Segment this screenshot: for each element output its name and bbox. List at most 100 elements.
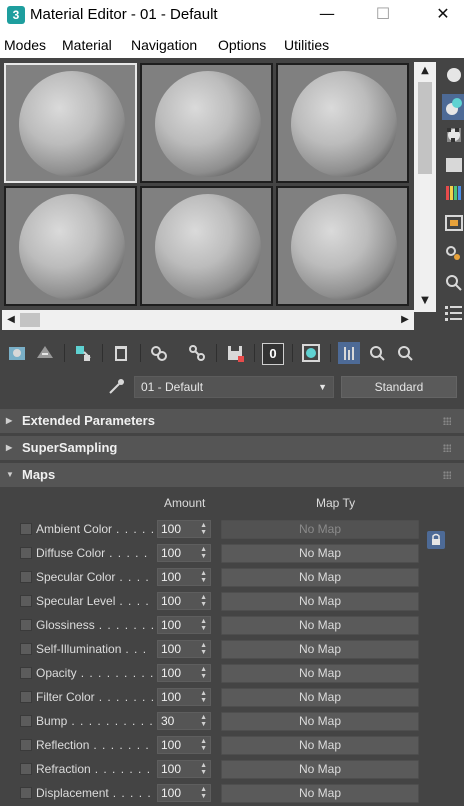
amount-spinner[interactable]: 100 ▲ ▼ bbox=[157, 736, 211, 754]
spinner-arrows-icon[interactable]: ▲ ▼ bbox=[200, 738, 207, 752]
spinner-arrows-icon[interactable]: ▲ ▼ bbox=[200, 690, 207, 704]
video-color-check-icon[interactable] bbox=[442, 180, 464, 206]
map-enable-checkbox[interactable] bbox=[20, 691, 32, 703]
scrollbar-thumb[interactable] bbox=[20, 313, 40, 327]
material-name-dropdown[interactable]: 01 - Default ▼ bbox=[134, 376, 334, 398]
map-slot-button[interactable]: No Map bbox=[221, 712, 419, 731]
show-shaded-material-icon[interactable] bbox=[300, 342, 322, 364]
material-map-navigator-icon[interactable] bbox=[442, 300, 464, 326]
sample-slot-6[interactable] bbox=[276, 186, 409, 306]
map-enable-checkbox[interactable] bbox=[20, 715, 32, 727]
go-to-parent-icon[interactable] bbox=[366, 342, 388, 364]
sample-slot-1[interactable] bbox=[4, 63, 137, 183]
menu-utilities[interactable]: Utilities bbox=[284, 37, 329, 53]
map-enable-checkbox[interactable] bbox=[20, 667, 32, 679]
spinner-arrows-icon[interactable]: ▲ ▼ bbox=[200, 714, 207, 728]
map-enable-checkbox[interactable] bbox=[20, 547, 32, 559]
amount-spinner[interactable]: 100 ▲ ▼ bbox=[157, 784, 211, 802]
amount-spinner[interactable]: 100 ▲ ▼ bbox=[157, 592, 211, 610]
put-to-library-icon[interactable] bbox=[186, 342, 208, 364]
scroll-down-icon[interactable]: ▼ bbox=[414, 292, 436, 310]
amount-spinner[interactable]: 100 ▲ ▼ bbox=[157, 760, 211, 778]
menu-modes[interactable]: Modes bbox=[4, 37, 46, 53]
sample-slot-4[interactable] bbox=[4, 186, 137, 306]
spinner-arrows-icon[interactable]: ▲ ▼ bbox=[200, 786, 207, 800]
spinner-arrows-icon[interactable]: ▲ ▼ bbox=[200, 570, 207, 584]
options-icon[interactable] bbox=[442, 240, 464, 266]
sample-slot-3[interactable] bbox=[276, 63, 409, 183]
sample-slot-5[interactable] bbox=[140, 186, 273, 306]
go-forward-to-sibling-icon[interactable] bbox=[394, 342, 416, 364]
select-by-material-icon[interactable] bbox=[442, 270, 464, 296]
amount-spinner[interactable]: 100 ▲ ▼ bbox=[157, 640, 211, 658]
scroll-left-icon[interactable]: ◀ bbox=[2, 310, 20, 330]
reset-map-icon[interactable] bbox=[110, 342, 132, 364]
map-enable-checkbox[interactable] bbox=[20, 763, 32, 775]
map-enable-checkbox[interactable] bbox=[20, 787, 32, 799]
sample-slot-2[interactable] bbox=[140, 63, 273, 183]
spinner-arrows-icon[interactable]: ▲ ▼ bbox=[200, 642, 207, 656]
map-enable-checkbox[interactable] bbox=[20, 523, 32, 535]
get-material-icon[interactable] bbox=[6, 342, 28, 364]
spinner-arrows-icon[interactable]: ▲ ▼ bbox=[200, 618, 207, 632]
rollout-extended-parameters[interactable]: ▶ Extended Parameters bbox=[0, 409, 464, 433]
make-preview-icon[interactable] bbox=[442, 210, 464, 236]
map-slot-button[interactable]: No Map bbox=[221, 568, 419, 587]
amount-spinner[interactable]: 100 ▲ ▼ bbox=[157, 616, 211, 634]
menu-options[interactable]: Options bbox=[218, 37, 266, 53]
amount-spinner[interactable]: 100 ▲ ▼ bbox=[157, 520, 211, 538]
map-slot-button[interactable]: No Map bbox=[221, 784, 419, 803]
slots-horizontal-scrollbar[interactable]: ◀ ▶ bbox=[2, 310, 414, 330]
background-icon[interactable] bbox=[442, 122, 464, 148]
amount-spinner[interactable]: 100 ▲ ▼ bbox=[157, 688, 211, 706]
make-unique-icon[interactable] bbox=[148, 342, 170, 364]
map-enable-checkbox[interactable] bbox=[20, 571, 32, 583]
rollout-maps[interactable]: ▼ Maps bbox=[0, 463, 464, 487]
uv-tiling-icon[interactable] bbox=[442, 152, 464, 178]
map-slot-button[interactable]: No Map bbox=[221, 664, 419, 683]
map-slot-button[interactable]: No Map bbox=[221, 640, 419, 659]
save-to-library-icon[interactable] bbox=[224, 342, 246, 364]
toolbar-separator bbox=[292, 344, 293, 362]
map-label: Filter Color bbox=[36, 690, 95, 704]
eyedropper-icon[interactable] bbox=[106, 376, 126, 396]
show-end-result-icon[interactable] bbox=[338, 342, 360, 364]
scrollbar-thumb[interactable] bbox=[418, 82, 432, 174]
map-enable-checkbox[interactable] bbox=[20, 739, 32, 751]
scroll-up-icon[interactable]: ▲ bbox=[414, 62, 436, 80]
spinner-arrows-icon[interactable]: ▲ ▼ bbox=[200, 546, 207, 560]
spinner-arrows-icon[interactable]: ▲ ▼ bbox=[200, 666, 207, 680]
rollout-supersampling[interactable]: ▶ SuperSampling bbox=[0, 436, 464, 460]
map-slot-button[interactable]: No Map bbox=[221, 616, 419, 635]
map-slot-button[interactable]: No Map bbox=[221, 520, 419, 539]
backlight-icon[interactable] bbox=[442, 94, 464, 120]
map-enable-checkbox[interactable] bbox=[20, 619, 32, 631]
map-slot-button[interactable]: No Map bbox=[221, 688, 419, 707]
rollout-label: Extended Parameters bbox=[22, 413, 155, 428]
spinner-arrows-icon[interactable]: ▲ ▼ bbox=[200, 522, 207, 536]
material-id-channel-button[interactable]: 0 bbox=[262, 343, 284, 365]
scroll-right-icon[interactable]: ▶ bbox=[396, 310, 414, 330]
maximize-button[interactable]: ☐ bbox=[360, 0, 406, 30]
menu-navigation[interactable]: Navigation bbox=[131, 37, 197, 53]
amount-spinner[interactable]: 30 ▲ ▼ bbox=[157, 712, 211, 730]
amount-spinner[interactable]: 100 ▲ ▼ bbox=[157, 664, 211, 682]
spinner-arrows-icon[interactable]: ▲ ▼ bbox=[200, 594, 207, 608]
minimize-button[interactable]: — bbox=[304, 0, 350, 30]
map-slot-button[interactable]: No Map bbox=[221, 544, 419, 563]
amount-spinner[interactable]: 100 ▲ ▼ bbox=[157, 568, 211, 586]
map-enable-checkbox[interactable] bbox=[20, 643, 32, 655]
map-enable-checkbox[interactable] bbox=[20, 595, 32, 607]
close-button[interactable]: ✕ bbox=[420, 0, 464, 30]
map-slot-button[interactable]: No Map bbox=[221, 760, 419, 779]
material-type-button[interactable]: Standard bbox=[341, 376, 457, 398]
map-slot-button[interactable]: No Map bbox=[221, 736, 419, 755]
spinner-arrows-icon[interactable]: ▲ ▼ bbox=[200, 762, 207, 776]
sample-type-icon[interactable] bbox=[442, 62, 464, 88]
put-to-scene-icon[interactable] bbox=[34, 342, 56, 364]
assign-to-selection-icon[interactable] bbox=[72, 342, 94, 364]
map-slot-button[interactable]: No Map bbox=[221, 592, 419, 611]
menu-material[interactable]: Material bbox=[62, 37, 112, 53]
slots-vertical-scrollbar[interactable]: ▲ ▼ bbox=[414, 62, 436, 312]
amount-spinner[interactable]: 100 ▲ ▼ bbox=[157, 544, 211, 562]
